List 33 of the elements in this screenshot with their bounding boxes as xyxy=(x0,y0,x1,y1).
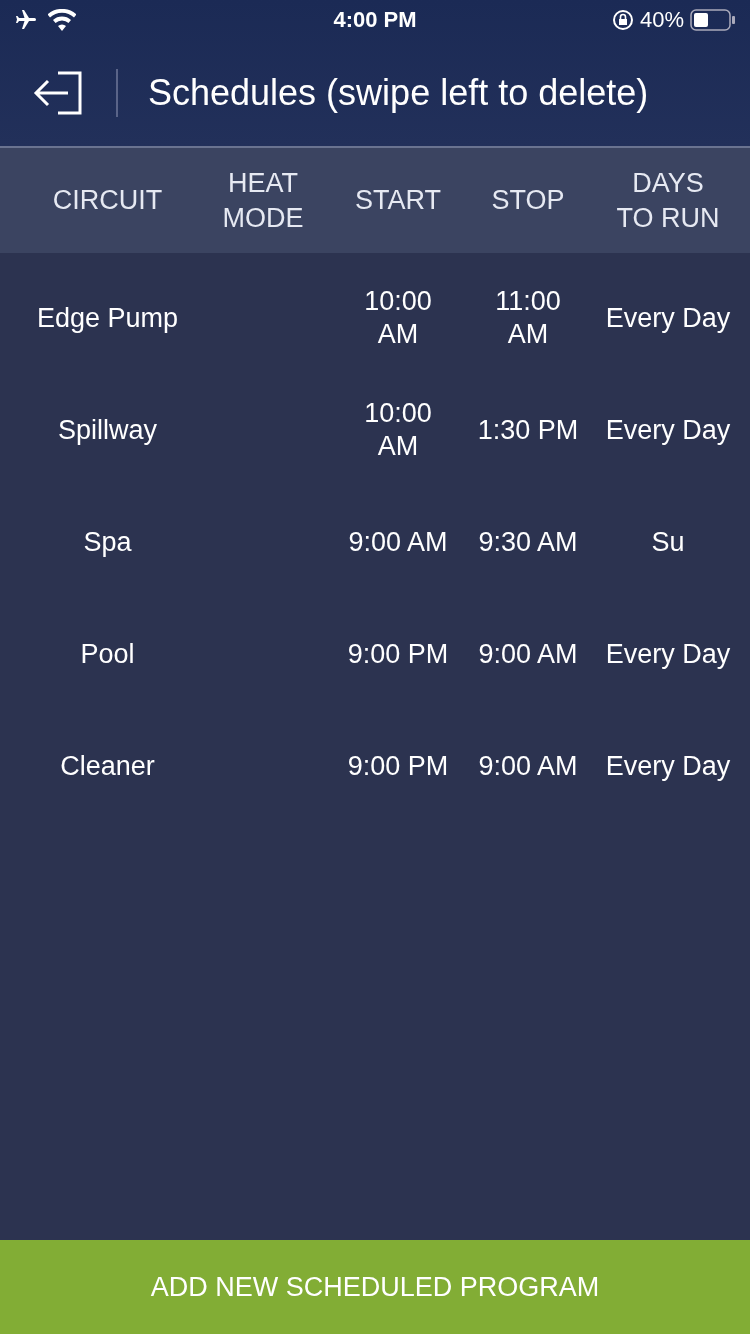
stop-time-cell: 11:00 AM xyxy=(495,285,561,351)
column-header: STOP xyxy=(491,184,565,218)
start-time-cell: 9:00 AM xyxy=(348,525,448,559)
page-title: Schedules (swipe left to delete) xyxy=(148,72,649,114)
start-time-cell: 10:00 AM xyxy=(364,397,432,463)
battery-percent: 40% xyxy=(639,7,684,33)
start-time-cell: 9:00 PM xyxy=(347,749,449,783)
column-header: DAYS TO RUN xyxy=(616,167,720,235)
days-cell: Su xyxy=(651,525,685,559)
days-cell: Every Day xyxy=(605,301,731,335)
wifi-icon xyxy=(48,9,76,31)
circuit-cell: Cleaner xyxy=(60,749,155,783)
stop-time-cell: 9:00 AM xyxy=(478,749,578,783)
circuit-cell: Spa xyxy=(83,525,132,559)
battery-icon xyxy=(690,9,736,31)
column-header: START xyxy=(355,184,441,218)
airplane-icon xyxy=(14,8,38,32)
circuit-cell: Edge Pump xyxy=(36,301,179,335)
add-program-button[interactable]: ADD NEW SCHEDULED PROGRAM xyxy=(0,1240,750,1334)
days-cell: Every Day xyxy=(605,637,731,671)
status-time: 4:00 PM xyxy=(332,7,418,33)
rotation-lock-icon xyxy=(611,9,634,31)
column-header: HEAT MODE xyxy=(222,167,304,235)
circuit-cell: Spillway xyxy=(57,413,157,447)
start-time-cell: 9:00 PM xyxy=(347,637,449,671)
column-header: CIRCUIT xyxy=(52,184,163,218)
circuit-cell: Pool xyxy=(80,637,135,671)
stop-time-cell: 9:00 AM xyxy=(478,637,578,671)
days-cell: Every Day xyxy=(605,413,731,447)
stop-time-cell: 9:30 AM xyxy=(478,525,578,559)
stop-time-cell: 1:30 PM xyxy=(477,413,579,447)
start-time-cell: 10:00 AM xyxy=(364,285,432,351)
days-cell: Every Day xyxy=(605,749,731,783)
